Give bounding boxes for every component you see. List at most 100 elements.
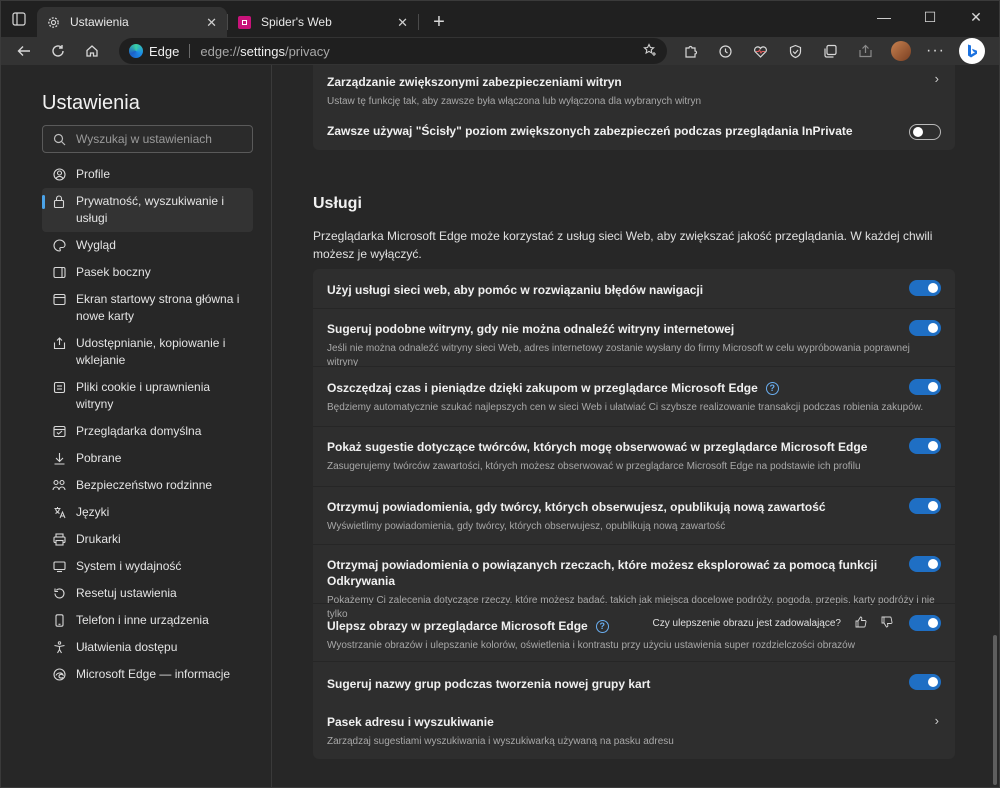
scrollbar-thumb[interactable] xyxy=(993,635,997,785)
sidebar-title: Ustawienia xyxy=(42,92,140,114)
thumbs-down-icon[interactable] xyxy=(881,616,893,631)
extensions-button[interactable] xyxy=(673,37,708,65)
new-tab-button[interactable]: + xyxy=(425,7,453,37)
sidebar-item-label: System i wydajność xyxy=(76,559,182,573)
sidebar-item-accessibility[interactable]: Ułatwienia dostępu xyxy=(42,634,253,661)
sidebar-item-family-safety[interactable]: Bezpieczeństwo rodzinne xyxy=(42,472,253,499)
accessibility-icon xyxy=(52,639,66,656)
sidebar-item-label: Microsoft Edge — informacje xyxy=(76,667,231,681)
refresh-button[interactable] xyxy=(41,37,75,65)
creator-suggestions-toggle[interactable] xyxy=(909,438,941,454)
shopping-toggle[interactable] xyxy=(909,379,941,395)
avatar xyxy=(890,41,911,61)
discover-notifications-toggle[interactable] xyxy=(909,556,941,572)
sidebar-item-default-browser[interactable]: Przeglądarka domyślna xyxy=(42,418,253,445)
home-button[interactable] xyxy=(75,37,109,65)
row-title: Otrzymuj powiadomienia, gdy twórcy, któr… xyxy=(327,500,826,514)
profile-icon xyxy=(52,166,66,183)
browser-essentials-button[interactable] xyxy=(778,37,813,65)
group-names-toggle[interactable] xyxy=(909,674,941,690)
sidebar-item-sidebar[interactable]: Pasek boczny xyxy=(42,259,253,286)
sidebar-item-printers[interactable]: Drukarki xyxy=(42,526,253,553)
sidebar-item-label: Pobrane xyxy=(76,451,122,465)
health-button[interactable] xyxy=(743,37,778,65)
address-bar-search-row[interactable]: Pasek adresu i wyszukiwanie Zarządzaj su… xyxy=(313,701,955,759)
back-button[interactable] xyxy=(7,37,41,65)
close-tab-icon[interactable]: ✕ xyxy=(397,15,408,31)
chevron-right-icon: › xyxy=(934,71,939,86)
profile-button[interactable] xyxy=(883,37,918,65)
add-favorite-icon[interactable] xyxy=(643,43,657,60)
strict-inprivate-toggle[interactable] xyxy=(909,124,941,140)
image-enhance-row: Ulepsz obrazy w przeglądarce Microsoft E… xyxy=(313,603,955,661)
nav-error-service-row: Użyj usługi sieci web, aby pomóc w rozwi… xyxy=(313,269,955,308)
row-title: Pasek adresu i wyszukiwanie xyxy=(327,715,494,729)
share-icon xyxy=(859,44,872,57)
sidebar-item-about[interactable]: Microsoft Edge — informacje xyxy=(42,661,253,688)
tab-settings[interactable]: Ustawienia ✕ xyxy=(37,7,227,37)
sidebar-item-downloads[interactable]: Pobrane xyxy=(42,445,253,472)
download-icon xyxy=(52,450,66,467)
row-description: Zasugerujemy twórców zawartości, których… xyxy=(327,461,861,472)
row-title: Sugeruj nazwy grup podczas tworzenia now… xyxy=(327,677,651,691)
sidebar-item-share-copy-paste[interactable]: Udostępnianie, kopiowanie i wklejanie xyxy=(42,330,253,374)
feedback-question: Czy ulepszenie obrazu jest zadowalające? xyxy=(652,618,841,629)
sidebar-item-label: Resetuj ustawienia xyxy=(76,586,177,600)
minimize-button[interactable]: — xyxy=(861,1,907,33)
sidebar-item-start-home-newtab[interactable]: Ekran startowy strona główna i nowe kart… xyxy=(42,286,253,330)
sidebar-item-system-performance[interactable]: System i wydajność xyxy=(42,553,253,580)
settings-main: Zarządzanie zwiększonymi zabezpieczeniam… xyxy=(273,65,999,787)
refresh-icon xyxy=(52,45,64,57)
row-title: Oszczędzaj czas i pieniądze dzięki zakup… xyxy=(327,380,941,396)
row-description: Będziemy automatycznie szukać najlepszyc… xyxy=(327,402,924,413)
share-button[interactable] xyxy=(848,37,883,65)
sidebar-item-privacy[interactable]: Prywatność, wyszukiwanie i usługi xyxy=(42,188,253,232)
sidebar-item-reset[interactable]: Resetuj ustawienia xyxy=(42,580,253,607)
creator-notifications-row: Otrzymuj powiadomienia, gdy twórcy, któr… xyxy=(313,486,955,544)
browser-window: Ustawienia ✕ Spider's Web ✕ + — ☐ ✕ Edge… xyxy=(0,0,1000,788)
sidebar-item-cookies[interactable]: Pliki cookie i uprawnienia witryny xyxy=(42,374,253,418)
browser-icon xyxy=(52,423,66,440)
toolbar-right: ··· xyxy=(673,37,985,65)
row-description: Wyostrzanie obrazów i ulepszanie kolorów… xyxy=(327,640,855,651)
sidebar-item-label: Przeglądarka domyślna xyxy=(76,424,202,438)
phone-icon xyxy=(52,612,66,629)
image-feedback: Czy ulepszenie obrazu jest zadowalające? xyxy=(653,616,893,631)
manage-enhanced-security-row[interactable]: Zarządzanie zwiększonymi zabezpieczeniam… xyxy=(313,65,955,113)
close-tab-icon[interactable]: ✕ xyxy=(206,15,217,31)
sidebar-item-profile[interactable]: Profile xyxy=(42,161,253,188)
home-tabs-icon xyxy=(52,291,66,308)
collections-icon xyxy=(824,44,837,58)
shield-check-icon xyxy=(789,44,802,58)
creator-notifications-toggle[interactable] xyxy=(909,498,941,514)
close-window-button[interactable]: ✕ xyxy=(953,1,999,33)
sidebar-item-appearance[interactable]: Wygląd xyxy=(42,232,253,259)
settings-sidebar: Ustawienia Wyszukaj w ustawieniach Profi… xyxy=(1,65,272,787)
thumbs-up-icon[interactable] xyxy=(855,616,867,631)
help-icon[interactable]: ? xyxy=(595,619,609,633)
appearance-icon xyxy=(52,237,66,254)
address-url[interactable]: edge://settings/privacy xyxy=(200,44,329,59)
puzzle-icon xyxy=(685,45,698,58)
address-bar[interactable]: Edge edge://settings/privacy xyxy=(119,38,667,64)
enhanced-security-card: Zarządzanie zwiększonymi zabezpieczeniam… xyxy=(313,65,955,150)
more-menu-button[interactable]: ··· xyxy=(918,37,953,65)
sidebar-item-phone-devices[interactable]: Telefon i inne urządzenia xyxy=(42,607,253,634)
similar-sites-toggle[interactable] xyxy=(909,320,941,336)
maximize-button[interactable]: ☐ xyxy=(907,1,953,33)
settings-search-input[interactable]: Wyszukaj w ustawieniach xyxy=(42,125,253,153)
image-enhance-toggle[interactable] xyxy=(909,615,941,631)
sidebar-item-languages[interactable]: Języki xyxy=(42,499,253,526)
collections-button[interactable] xyxy=(813,37,848,65)
sidebar-item-label: Języki xyxy=(76,505,110,519)
edge-logo-icon xyxy=(129,44,143,58)
edge-icon xyxy=(52,666,66,683)
help-icon[interactable]: ? xyxy=(765,381,779,395)
nav-error-service-toggle[interactable] xyxy=(909,280,941,296)
tab-spidersweb[interactable]: Spider's Web ✕ xyxy=(228,7,418,37)
tab-actions-button[interactable] xyxy=(1,1,37,37)
copilot-button[interactable] xyxy=(959,38,985,64)
printer-icon xyxy=(52,531,66,548)
tab-label: Ustawienia xyxy=(70,15,129,29)
history-button[interactable] xyxy=(708,37,743,65)
